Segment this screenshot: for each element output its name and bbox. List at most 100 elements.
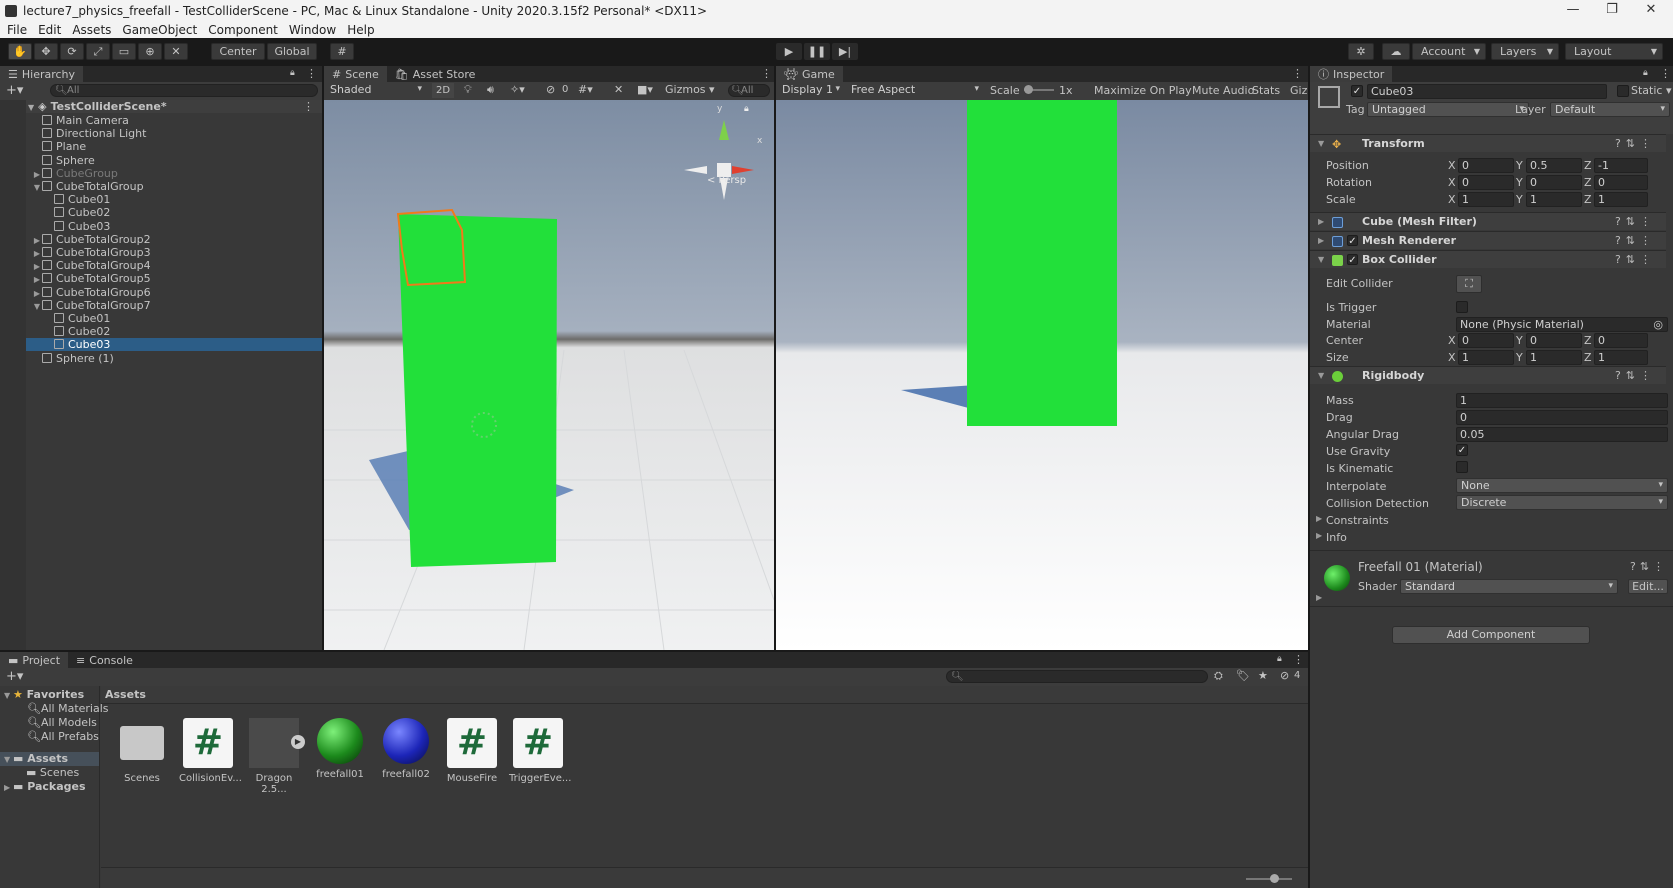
rotation-y-field[interactable]: 0 [1526, 175, 1582, 190]
tools-toggle-icon[interactable]: ✕ [614, 83, 623, 96]
hierarchy-search-input[interactable]: 🔍︎ All [50, 84, 318, 97]
custom-tool-icon[interactable]: ✕ [164, 43, 188, 60]
info-foldout[interactable]: Info [1326, 531, 1347, 544]
size-x-field[interactable]: 1 [1458, 350, 1514, 365]
scene-menu-icon[interactable]: ⋮ [761, 67, 772, 80]
size-z-field[interactable]: 1 [1594, 350, 1648, 365]
transform-tool-icon[interactable]: ⊕ [138, 43, 162, 60]
hierarchy-item[interactable]: Cube02 [0, 206, 322, 219]
angular-drag-field[interactable]: 0.05 [1456, 427, 1668, 442]
menu-edit[interactable]: Edit [38, 23, 61, 37]
hierarchy-item[interactable]: Cube02 [0, 325, 322, 338]
layer-dropdown[interactable]: Default [1550, 102, 1670, 117]
layers-dropdown[interactable]: Layers ▼ [1491, 43, 1559, 60]
use-gravity-checkbox[interactable]: ✓ [1456, 444, 1468, 456]
menu-file[interactable]: File [7, 23, 27, 37]
material-actions-icon[interactable]: ?⇅⋮ [1630, 560, 1668, 573]
search-by-label-icon[interactable]: 🏷︎ [1236, 669, 1250, 682]
stats-toggle[interactable]: Stats [1252, 84, 1280, 97]
assets-folder-item[interactable]: ▼ ▬ Assets [0, 752, 99, 766]
hierarchy-item[interactable]: ▶ CubeTotalGroup5 [0, 272, 322, 285]
shader-dropdown[interactable]: Standard [1400, 579, 1618, 594]
grid-snap-icon[interactable]: # [330, 43, 354, 60]
tab-asset-store[interactable]: 🛍︎ Asset Store [386, 66, 484, 82]
hierarchy-item[interactable]: Plane [0, 140, 322, 153]
hidden-objects-icon[interactable]: ⊘ [546, 83, 555, 96]
tab-project[interactable]: ▬ Project [0, 652, 69, 668]
asset-item[interactable]: # CollisionEv... [179, 718, 242, 784]
component-actions-icon[interactable]: ?⇅⋮ [1615, 135, 1656, 153]
hierarchy-item[interactable]: ▼ CubeTotalGroup7 [0, 299, 322, 312]
fav-all-prefabs[interactable]: 🔍︎All Prefabs [27, 730, 99, 744]
account-dropdown[interactable]: Account ▼ [1412, 43, 1486, 60]
hierarchy-item[interactable]: Cube03 [0, 220, 322, 233]
scale-y-field[interactable]: 1 [1526, 192, 1582, 207]
physic-material-field[interactable]: None (Physic Material) ◎ [1456, 317, 1668, 332]
component-actions-icon[interactable]: ?⇅⋮ [1615, 251, 1656, 269]
hierarchy-item[interactable]: ▼ CubeTotalGroup [0, 180, 322, 193]
scale-tool-icon[interactable]: ⤢ [86, 43, 110, 60]
shader-edit-button[interactable]: Edit... [1628, 579, 1668, 594]
box-collider-header[interactable]: ▼ ✓ Box Collider ?⇅⋮ [1310, 250, 1666, 268]
center-x-field[interactable]: 0 [1458, 333, 1514, 348]
project-search-input[interactable]: 🔍︎ [946, 670, 1208, 683]
is-kinematic-checkbox[interactable] [1456, 461, 1468, 473]
icon-size-slider-knob[interactable] [1270, 874, 1279, 883]
add-component-button[interactable]: Add Component [1392, 626, 1590, 644]
constraints-foldout-icon[interactable]: ▶ [1316, 514, 1322, 523]
menu-gameobject[interactable]: GameObject [122, 23, 197, 37]
hierarchy-item[interactable]: ▶ CubeTotalGroup6 [0, 286, 322, 299]
position-y-field[interactable]: 0.5 [1526, 158, 1582, 173]
scene-menu-icon[interactable]: ⋮ [303, 100, 314, 113]
component-actions-icon[interactable]: ?⇅⋮ [1615, 213, 1656, 231]
fav-all-materials[interactable]: 🔍︎All Materials [27, 702, 109, 716]
toggle-2d-button[interactable]: 2D [432, 83, 454, 98]
rotation-x-field[interactable]: 0 [1458, 175, 1514, 190]
grid-toggle-icon[interactable]: #▾ [578, 83, 593, 96]
asset-item[interactable]: Scenes [113, 718, 171, 784]
favorites-star-icon[interactable]: ★ [1258, 669, 1268, 682]
size-y-field[interactable]: 1 [1526, 350, 1582, 365]
hierarchy-item[interactable]: Main Camera [0, 114, 322, 127]
menu-help[interactable]: Help [347, 23, 374, 37]
shading-mode-dropdown[interactable]: Shaded [326, 83, 426, 98]
hierarchy-item[interactable]: Cube01 [0, 312, 322, 325]
menu-component[interactable]: Component [208, 23, 278, 37]
hidden-packages-icon[interactable]: ⊘ [1280, 669, 1289, 682]
scale-slider-knob[interactable] [1024, 85, 1033, 94]
hierarchy-item[interactable]: Cube03 [0, 338, 322, 352]
static-checkbox[interactable] [1617, 85, 1629, 97]
hand-tool-icon[interactable]: ✋ [8, 43, 32, 60]
tab-scene[interactable]: # Scene [324, 66, 387, 82]
menu-assets[interactable]: Assets [72, 23, 111, 37]
persp-toggle[interactable]: < Persp [707, 175, 746, 186]
scene-root-row[interactable]: ▼ ◈ TestColliderScene* ⋮ [0, 100, 322, 113]
camera-settings-icon[interactable]: ■▾ [637, 83, 653, 96]
rotation-z-field[interactable]: 0 [1594, 175, 1648, 190]
static-dropdown[interactable]: Static ▾ [1631, 84, 1671, 97]
mesh-renderer-header[interactable]: ▶ ✓ Mesh Renderer ?⇅⋮ [1310, 231, 1666, 249]
constraints-foldout[interactable]: Constraints [1326, 514, 1389, 527]
position-x-field[interactable]: 0 [1458, 158, 1514, 173]
material-foldout-icon[interactable]: ▶ [1316, 593, 1322, 602]
is-trigger-checkbox[interactable] [1456, 301, 1468, 313]
game-viewport[interactable] [776, 100, 1308, 650]
breadcrumb-assets[interactable]: Assets [105, 688, 146, 701]
display-dropdown[interactable]: Display 1 [778, 83, 844, 98]
box-collider-checkbox[interactable]: ✓ [1347, 254, 1358, 266]
move-tool-icon[interactable]: ✥ [34, 43, 58, 60]
center-y-field[interactable]: 0 [1526, 333, 1582, 348]
scale-z-field[interactable]: 1 [1594, 192, 1648, 207]
asset-item[interactable]: # MouseFire [443, 718, 501, 784]
collision-detection-dropdown[interactable]: Discrete [1456, 495, 1668, 510]
info-foldout-icon[interactable]: ▶ [1316, 531, 1322, 540]
hierarchy-item[interactable]: ▶ CubeTotalGroup2 [0, 233, 322, 246]
play-button[interactable]: ▶ [776, 43, 802, 60]
lock-icon[interactable]: 🔒︎ [1277, 654, 1282, 664]
drag-field[interactable]: 0 [1456, 410, 1668, 425]
mass-field[interactable]: 1 [1456, 393, 1668, 408]
maximize-button[interactable]: ❐ [1595, 0, 1629, 22]
transform-header[interactable]: ▼ ✥ Transform ?⇅⋮ [1310, 134, 1666, 152]
scale-x-field[interactable]: 1 [1458, 192, 1514, 207]
aspect-dropdown[interactable]: Free Aspect [847, 83, 983, 98]
